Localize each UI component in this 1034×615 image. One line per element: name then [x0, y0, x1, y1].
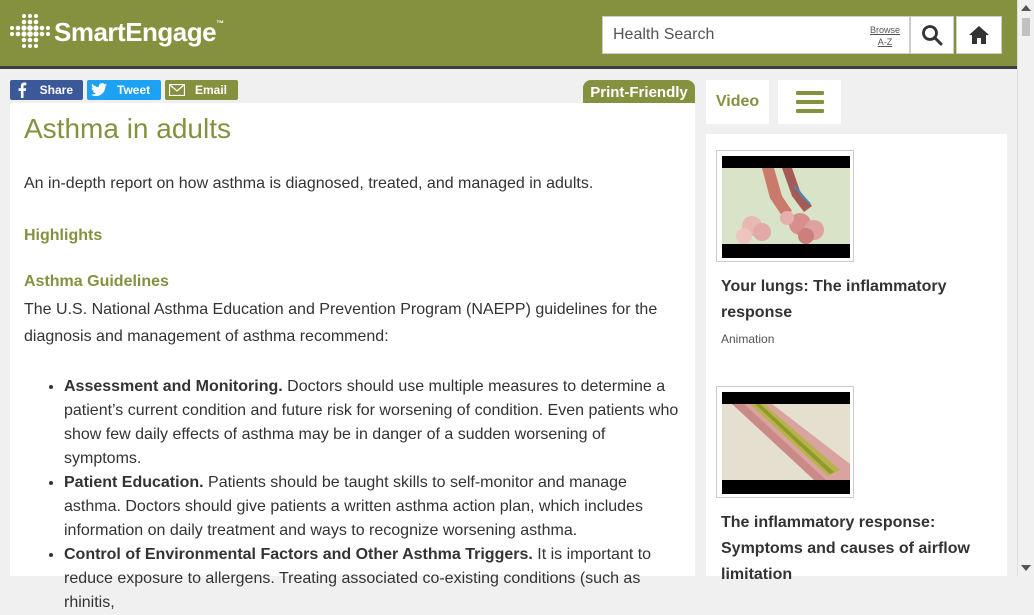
search-box: Browse A-Z	[602, 16, 910, 54]
hamburger-menu-icon	[795, 91, 824, 113]
page-title: Asthma in adults	[24, 113, 231, 144]
email-icon	[169, 82, 185, 98]
page-scrollbar[interactable]	[1017, 0, 1034, 576]
scroll-down-icon[interactable]	[1021, 565, 1031, 571]
print-friendly-button[interactable]: Print-Friendly	[583, 80, 695, 104]
video-sidebar: Your lungs: The inflammatory response An…	[706, 134, 1007, 583]
article-intro: An in-depth report on how asthma is diag…	[24, 175, 594, 192]
tab-video[interactable]: Video	[706, 80, 769, 124]
cross-logo-icon	[10, 12, 50, 52]
scroll-up-icon[interactable]	[1021, 5, 1031, 11]
search-icon	[922, 25, 943, 46]
facebook-icon	[14, 82, 30, 98]
video-thumbnail[interactable]	[716, 386, 854, 498]
logo-text: SmartEngage™	[54, 16, 224, 47]
share-bar: Share Tweet Email	[10, 80, 238, 100]
list-item: Assessment and Monitoring. Doctors shoul…	[64, 375, 684, 471]
email-share-button[interactable]: Email	[165, 80, 238, 100]
browse-az-link[interactable]: Browse A-Z	[865, 24, 905, 48]
menu-button[interactable]	[778, 80, 841, 124]
recommendations-list: Assessment and Monitoring. Doctors shoul…	[24, 375, 684, 615]
video-thumbnail[interactable]	[716, 150, 854, 262]
video-type: Animation	[721, 332, 775, 346]
twitter-tweet-label: Tweet	[117, 83, 151, 97]
video-card[interactable]: The inflammatory response: Symptoms and …	[716, 386, 996, 594]
highlights-heading: Highlights	[24, 227, 103, 244]
guidelines-paragraph: The U.S. National Asthma Education and P…	[24, 301, 658, 345]
health-search-input[interactable]	[603, 17, 873, 53]
home-icon	[969, 26, 989, 44]
facebook-share-label: Share	[39, 83, 73, 97]
search-button[interactable]	[910, 16, 954, 54]
home-button[interactable]	[956, 16, 1002, 54]
list-item: Patient Education. Patients should be ta…	[64, 471, 684, 543]
facebook-share-button[interactable]: Share	[10, 80, 83, 100]
guidelines-heading: Asthma Guidelines	[24, 273, 169, 290]
email-share-label: Email	[195, 83, 228, 97]
lungs-thumbnail-image	[722, 156, 850, 258]
video-card[interactable]: Your lungs: The inflammatory response An…	[716, 150, 996, 346]
twitter-tweet-button[interactable]: Tweet	[87, 80, 161, 100]
video-title[interactable]: The inflammatory response: Symptoms and …	[716, 510, 996, 588]
scroll-thumb[interactable]	[1022, 18, 1030, 36]
airway-thumbnail-image	[722, 392, 850, 494]
video-title[interactable]: Your lungs: The inflammatory response	[716, 274, 996, 326]
smartengage-logo[interactable]: SmartEngage™	[10, 12, 224, 52]
site-header: SmartEngage™ Browse A-Z	[0, 0, 1018, 69]
twitter-icon	[91, 82, 107, 98]
list-item: Control of Environmental Factors and Oth…	[64, 543, 684, 615]
